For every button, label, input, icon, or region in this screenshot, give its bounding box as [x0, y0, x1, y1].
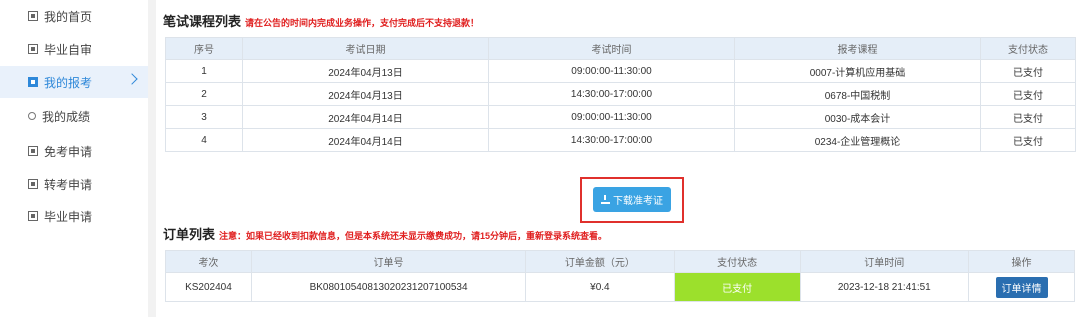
order-section-heading: 订单列表	[163, 227, 216, 242]
download-admission-ticket-button[interactable]: 下载准考证	[593, 187, 671, 212]
cell-index: 3	[165, 105, 243, 129]
exam-icon	[28, 77, 38, 87]
table-header-row: 序号 考试日期 考试时间 报考课程 支付状态	[165, 37, 1076, 60]
cell-exam-time: 14:30:00-17:00:00	[488, 128, 735, 152]
cell-amount: ¥0.4	[525, 272, 675, 302]
cell-exam-date: 2024年04月14日	[242, 105, 489, 129]
table-row: 3 2024年04月14日 09:00:00-11:30:00 0030-成本会…	[165, 105, 1076, 129]
sidebar-divider	[148, 0, 156, 317]
sidebar-item-label: 转考申请	[44, 177, 93, 192]
graduation-icon	[28, 211, 38, 221]
order-section-title: 订单列表 注意：如果已经收到扣款信息，但是本系统还未显示缴费成功，请15分钟后，…	[163, 224, 607, 243]
cell-course: 0234-企业管理概论	[734, 128, 981, 152]
exam-section-title: 笔试课程列表 请在公告的时间内完成业务操作，支付完成后不支持退款！	[163, 11, 479, 30]
column-header: 操作	[968, 250, 1075, 273]
table-row: 1 2024年04月13日 09:00:00-11:30:00 0007-计算机…	[165, 59, 1076, 83]
column-header: 支付状态	[980, 37, 1076, 60]
cell-payment-status: 已支付	[980, 59, 1076, 83]
column-header: 订单号	[250, 250, 527, 273]
sidebar: 我的首页 毕业自审 我的报考 我的成绩 免考申请 转考申请 毕业申请	[0, 0, 148, 317]
sidebar-item-label: 免考申请	[44, 144, 93, 159]
column-header: 订单时间	[799, 250, 970, 273]
sidebar-item-my-exams[interactable]: 我的报考	[0, 66, 148, 98]
cell-term: KS202404	[165, 272, 252, 302]
cell-course: 0678-中国税制	[734, 82, 981, 106]
sidebar-item-label: 我的成绩	[42, 109, 91, 124]
cell-order-time: 2023-12-18 21:41:51	[799, 272, 970, 302]
cell-index: 4	[165, 128, 243, 152]
cell-exam-date: 2024年04月14日	[242, 128, 489, 152]
table-row: KS202404 BK0801054081302023120710053​4 ¥…	[165, 272, 1075, 302]
review-icon	[28, 44, 38, 54]
cell-course: 0030-成本会计	[734, 105, 981, 129]
user-icon	[28, 112, 36, 120]
cell-action: 订单详情	[968, 272, 1075, 302]
download-icon	[601, 195, 610, 204]
cell-order-number: BK0801054081302023120710053​4	[250, 272, 527, 302]
sidebar-item-home[interactable]: 我的首页	[0, 0, 148, 32]
exempt-icon	[28, 146, 38, 156]
sidebar-item-label: 我的首页	[44, 9, 93, 24]
column-header: 考试日期	[242, 37, 489, 60]
cell-exam-time: 09:00:00-11:30:00	[488, 59, 735, 83]
exam-section-note: 请在公告的时间内完成业务操作，支付完成后不支持退款！	[245, 18, 480, 28]
exam-table: 序号 考试日期 考试时间 报考课程 支付状态 1 2024年04月13日 09:…	[165, 37, 1076, 152]
sidebar-item-my-scores[interactable]: 我的成绩	[0, 100, 148, 132]
order-section-note: 注意：如果已经收到扣款信息，但是本系统还未显示缴费成功，请15分钟后，重新登录系…	[219, 231, 608, 241]
column-header: 序号	[165, 37, 243, 60]
cell-index: 1	[165, 59, 243, 83]
column-header: 支付状态	[673, 250, 801, 273]
sidebar-item-label: 我的报考	[44, 75, 93, 90]
order-detail-button[interactable]: 订单详情	[995, 276, 1048, 298]
sidebar-item-exemption[interactable]: 免考申请	[0, 135, 148, 167]
cell-payment-status: 已支付	[980, 82, 1076, 106]
column-header: 报考课程	[734, 37, 981, 60]
home-icon	[28, 11, 38, 21]
cell-exam-time: 09:00:00-11:30:00	[488, 105, 735, 129]
column-header: 订单金额（元）	[525, 250, 675, 273]
cell-course: 0007-计算机应用基础	[734, 59, 981, 83]
column-header: 考试时间	[488, 37, 735, 60]
chevron-right-icon	[126, 73, 138, 85]
table-row: 2 2024年04月13日 14:30:00-17:00:00 0678-中国税…	[165, 82, 1076, 106]
sidebar-item-label: 毕业自审	[44, 42, 93, 57]
cell-exam-time: 14:30:00-17:00:00	[488, 82, 735, 106]
sidebar-item-transfer[interactable]: 转考申请	[0, 168, 148, 200]
transfer-icon	[28, 179, 38, 189]
download-button-label: 下载准考证	[613, 196, 663, 207]
table-header-row: 考次 订单号 订单金额（元） 支付状态 订单时间 操作	[165, 250, 1075, 273]
cell-exam-date: 2024年04月13日	[242, 59, 489, 83]
sidebar-item-graduation-review[interactable]: 毕业自审	[0, 33, 148, 65]
cell-exam-date: 2024年04月13日	[242, 82, 489, 106]
table-row: 4 2024年04月14日 14:30:00-17:00:00 0234-企业管…	[165, 128, 1076, 152]
exam-section-heading: 笔试课程列表	[163, 14, 242, 29]
sidebar-item-graduation-apply[interactable]: 毕业申请	[0, 200, 148, 232]
cell-payment-status: 已支付	[980, 105, 1076, 129]
sidebar-item-label: 毕业申请	[44, 209, 93, 224]
column-header: 考次	[165, 250, 252, 273]
cell-index: 2	[165, 82, 243, 106]
cell-payment-status: 已支付	[980, 128, 1076, 152]
cell-payment-status: 已支付	[673, 272, 801, 302]
order-table: 考次 订单号 订单金额（元） 支付状态 订单时间 操作 KS202404 BK0…	[165, 250, 1075, 302]
